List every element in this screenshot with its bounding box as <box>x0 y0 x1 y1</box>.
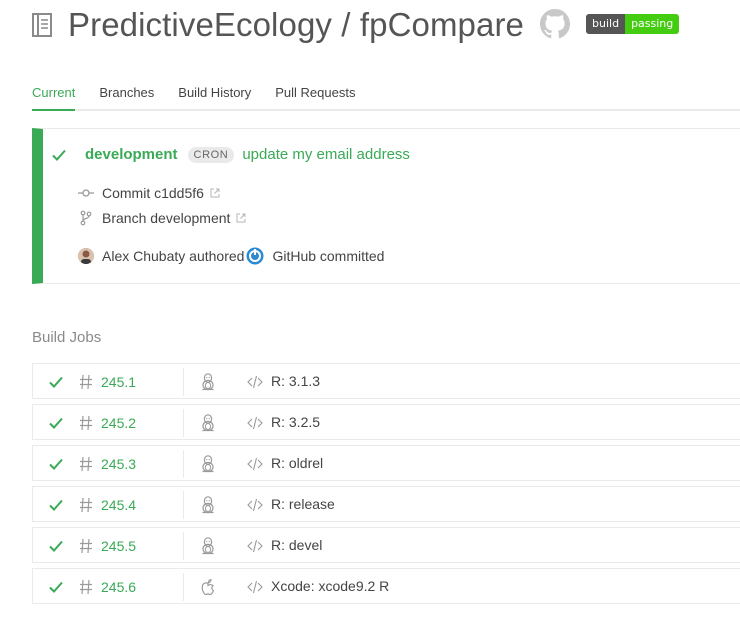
job-divider <box>183 573 184 601</box>
build-summary-row: development CRON update my email address <box>51 146 410 163</box>
job-number[interactable]: 245.3 <box>101 456 136 472</box>
committer-label: GitHub committed <box>272 248 385 264</box>
passed-check-icon <box>49 376 63 388</box>
hash-icon <box>80 538 92 554</box>
job-divider <box>183 409 184 437</box>
build-job-row[interactable]: 245.6 Xcode: xcode9.2 R <box>32 568 740 604</box>
job-divider <box>183 368 184 396</box>
build-jobs-list: 245.1 R: 3.1.3 245.2 R: 3.2.5 245.3 R: oldrel… <box>32 363 740 609</box>
tab-build-history[interactable]: Build History <box>178 84 251 111</box>
tab-branches[interactable]: Branches <box>99 84 154 111</box>
commit-row[interactable]: Commit c1dd5f6 <box>78 185 220 201</box>
code-icon <box>247 580 263 594</box>
badge-label: build <box>586 14 626 34</box>
build-job-row[interactable]: 245.5 R: devel <box>32 527 740 563</box>
job-environment: R: oldrel <box>271 455 324 471</box>
cron-badge: CRON <box>187 146 235 163</box>
hash-icon <box>80 374 92 390</box>
code-icon <box>247 375 263 389</box>
commit-label: Commit c1dd5f6 <box>102 185 204 201</box>
passed-check-icon <box>52 149 66 161</box>
author-avatar <box>78 248 94 264</box>
repository-icon <box>32 13 52 37</box>
badge-status: passing <box>625 14 680 34</box>
apple-icon <box>201 578 215 596</box>
hash-icon <box>80 415 92 431</box>
linux-icon <box>202 373 214 391</box>
github-committer-icon <box>246 247 264 265</box>
repo-tabs: Current Branches Build History Pull Requ… <box>32 84 740 111</box>
job-number[interactable]: 245.5 <box>101 538 136 554</box>
build-jobs-heading: Build Jobs <box>32 329 102 346</box>
job-number[interactable]: 245.2 <box>101 415 136 431</box>
build-branch-name[interactable]: development <box>85 146 178 163</box>
author-label: Alex Chubaty authored <box>102 248 245 264</box>
job-environment: R: devel <box>271 537 323 553</box>
repo-title: PredictiveEcology / fpCompare <box>68 8 524 41</box>
job-environment: R: 3.2.5 <box>271 414 321 430</box>
external-link-icon <box>210 188 220 198</box>
build-job-row[interactable]: 245.3 R: oldrel <box>32 445 740 481</box>
current-build-card: development CRON update my email address… <box>32 128 740 284</box>
code-icon <box>247 457 263 471</box>
job-number[interactable]: 245.1 <box>101 374 136 390</box>
repo-title-separator: / <box>341 5 351 43</box>
code-icon <box>247 539 263 553</box>
passed-check-icon <box>49 540 63 552</box>
passed-check-icon <box>49 458 63 470</box>
repo-name-link[interactable]: fpCompare <box>360 6 524 43</box>
commit-icon <box>78 189 94 197</box>
commit-message[interactable]: update my email address <box>242 146 410 163</box>
linux-icon <box>202 496 214 514</box>
hash-icon <box>80 497 92 513</box>
tab-pull-requests[interactable]: Pull Requests <box>275 84 355 111</box>
job-number[interactable]: 245.4 <box>101 497 136 513</box>
linux-icon <box>202 414 214 432</box>
job-divider <box>183 532 184 560</box>
passed-check-icon <box>49 499 63 511</box>
build-status-badge[interactable]: build passing <box>586 14 680 34</box>
branch-icon <box>80 210 92 226</box>
job-number[interactable]: 245.6 <box>101 579 136 595</box>
job-environment: R: release <box>271 496 335 512</box>
hash-icon <box>80 456 92 472</box>
job-divider <box>183 450 184 478</box>
linux-icon <box>202 455 214 473</box>
job-environment: Xcode: xcode9.2 R <box>271 578 390 594</box>
job-environment: R: 3.1.3 <box>271 373 321 389</box>
branch-row[interactable]: Branch development <box>78 210 246 226</box>
repo-owner-link[interactable]: PredictiveEcology <box>68 6 332 43</box>
linux-icon <box>202 537 214 555</box>
author-row: Alex Chubaty authored GitHub committed <box>78 247 384 265</box>
build-job-row[interactable]: 245.2 R: 3.2.5 <box>32 404 740 440</box>
github-icon[interactable] <box>540 9 570 39</box>
hash-icon <box>80 579 92 595</box>
code-icon <box>247 498 263 512</box>
build-job-row[interactable]: 245.4 R: release <box>32 486 740 522</box>
tab-current[interactable]: Current <box>32 84 76 111</box>
build-job-row[interactable]: 245.1 R: 3.1.3 <box>32 363 740 399</box>
external-link-icon <box>236 213 246 223</box>
repo-header: PredictiveEcology / fpCompare build pass… <box>32 0 680 48</box>
branch-label: Branch development <box>102 210 231 226</box>
passed-check-icon <box>49 581 63 593</box>
passed-check-icon <box>49 417 63 429</box>
code-icon <box>247 416 263 430</box>
job-divider <box>183 491 184 519</box>
